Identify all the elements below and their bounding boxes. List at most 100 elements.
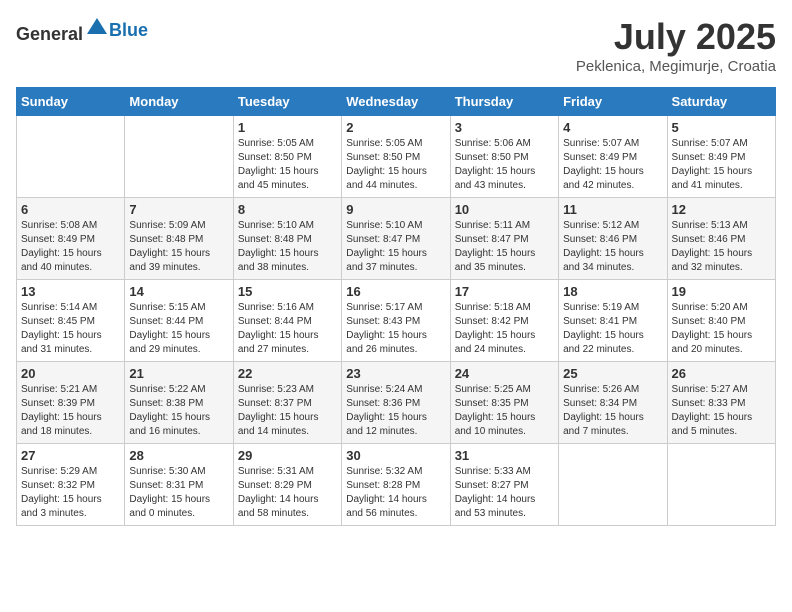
calendar-cell: 17 Sunrise: 5:18 AM Sunset: 8:42 PM Dayli… [450,280,558,362]
cell-text: Sunrise: 5:29 AM Sunset: 8:32 PM Dayligh… [21,465,120,521]
weekday-header: Wednesday [342,88,450,116]
day-number: 13 [21,284,120,299]
day-number: 22 [238,366,337,381]
cell-text: Sunrise: 5:14 AM Sunset: 8:45 PM Dayligh… [21,301,120,357]
logo: General Blue [16,16,148,45]
day-number: 6 [21,202,120,217]
logo-general: General [16,24,83,44]
calendar-cell: 22Sunrise: 5:23 AM Sunset: 8:37 PM Dayli… [233,362,341,444]
cell-text: Sunrise: 5:20 AM Sunset: 8:40 PM Dayligh… [672,301,771,357]
page-header: General Blue July 2025 Peklenica, Megimu… [16,16,776,75]
weekday-header: Thursday [450,88,558,116]
cell-text: Sunrise: 5:07 AM Sunset: 8:49 PM Dayligh… [563,137,662,193]
day-number: 15 [238,284,337,299]
cell-text: Sunrise: 5:16 AM Sunset: 8:44 PM Dayligh… [238,301,337,357]
logo-blue: Blue [109,20,148,40]
day-number: 25 [563,366,662,381]
day-number: 24 [455,366,554,381]
cell-text: Sunrise: 5:11 AM Sunset: 8:47 PM Dayligh… [455,219,554,275]
calendar-cell: 18Sunrise: 5:19 AM Sunset: 8:41 PM Dayli… [559,280,667,362]
month-title: July 2025 [576,16,776,58]
calendar-cell [559,444,667,526]
calendar-cell: 26Sunrise: 5:27 AM Sunset: 8:33 PM Dayli… [667,362,775,444]
day-number: 1 [238,120,337,135]
day-number: 26 [672,366,771,381]
cell-text: Sunrise: 5:10 AM Sunset: 8:48 PM Dayligh… [238,219,337,275]
calendar-cell [17,116,125,198]
day-number: 31 [455,448,554,463]
calendar-cell [667,444,775,526]
cell-text: Sunrise: 5:15 AM Sunset: 8:44 PM Dayligh… [129,301,228,357]
location-title: Peklenica, Megimurje, Croatia [576,58,776,75]
cell-text: Sunrise: 5:21 AM Sunset: 8:39 PM Dayligh… [21,383,120,439]
day-number: 11 [563,202,662,217]
logo-icon [85,16,109,40]
calendar-cell: 3 Sunrise: 5:06 AM Sunset: 8:50 PM Daylig… [450,116,558,198]
weekday-header: Saturday [667,88,775,116]
cell-text: Sunrise: 5:26 AM Sunset: 8:34 PM Dayligh… [563,383,662,439]
calendar-body: 1 Sunrise: 5:05 AM Sunset: 8:50 PM Daylig… [17,116,776,526]
day-number: 21 [129,366,228,381]
day-number: 17 [455,284,554,299]
calendar-cell: 21 Sunrise: 5:22 AM Sunset: 8:38 PM Dayli… [125,362,233,444]
cell-text: Sunrise: 5:05 AM Sunset: 8:50 PM Dayligh… [346,137,445,193]
calendar-cell: 2 Sunrise: 5:05 AM Sunset: 8:50 PM Daylig… [342,116,450,198]
calendar-cell: 25 Sunrise: 5:26 AM Sunset: 8:34 PM Dayli… [559,362,667,444]
day-number: 2 [346,120,445,135]
calendar-cell: 13 Sunrise: 5:14 AM Sunset: 8:45 PM Dayli… [17,280,125,362]
day-number: 29 [238,448,337,463]
calendar-cell: 31 Sunrise: 5:33 AM Sunset: 8:27 PM Dayli… [450,444,558,526]
calendar-cell: 15 Sunrise: 5:16 AM Sunset: 8:44 PM Dayli… [233,280,341,362]
title-block: July 2025 Peklenica, Megimurje, Croatia [576,16,776,75]
calendar-cell: 7 Sunrise: 5:09 AM Sunset: 8:48 PM Daylig… [125,198,233,280]
calendar-week-row: 1 Sunrise: 5:05 AM Sunset: 8:50 PM Daylig… [17,116,776,198]
day-number: 7 [129,202,228,217]
calendar-cell: 1Sunrise: 5:05 AM Sunset: 8:50 PM Daylig… [233,116,341,198]
day-number: 5 [672,120,771,135]
calendar-table: SundayMondayTuesdayWednesdayThursdayFrid… [16,87,776,526]
cell-text: Sunrise: 5:18 AM Sunset: 8:42 PM Dayligh… [455,301,554,357]
cell-text: Sunrise: 5:08 AM Sunset: 8:49 PM Dayligh… [21,219,120,275]
calendar-cell: 4 Sunrise: 5:07 AM Sunset: 8:49 PM Daylig… [559,116,667,198]
cell-text: Sunrise: 5:09 AM Sunset: 8:48 PM Dayligh… [129,219,228,275]
day-number: 8 [238,202,337,217]
weekday-header: Sunday [17,88,125,116]
calendar-cell: 10Sunrise: 5:11 AM Sunset: 8:47 PM Dayli… [450,198,558,280]
calendar-cell: 5Sunrise: 5:07 AM Sunset: 8:49 PM Daylig… [667,116,775,198]
calendar-cell: 6 Sunrise: 5:08 AM Sunset: 8:49 PM Daylig… [17,198,125,280]
calendar-cell: 20Sunrise: 5:21 AM Sunset: 8:39 PM Dayli… [17,362,125,444]
calendar-cell: 11Sunrise: 5:12 AM Sunset: 8:46 PM Dayli… [559,198,667,280]
day-number: 16 [346,284,445,299]
day-number: 4 [563,120,662,135]
cell-text: Sunrise: 5:10 AM Sunset: 8:47 PM Dayligh… [346,219,445,275]
calendar-cell: 12Sunrise: 5:13 AM Sunset: 8:46 PM Dayli… [667,198,775,280]
cell-text: Sunrise: 5:22 AM Sunset: 8:38 PM Dayligh… [129,383,228,439]
calendar-week-row: 20Sunrise: 5:21 AM Sunset: 8:39 PM Dayli… [17,362,776,444]
cell-text: Sunrise: 5:24 AM Sunset: 8:36 PM Dayligh… [346,383,445,439]
day-number: 30 [346,448,445,463]
calendar-cell: 28Sunrise: 5:30 AM Sunset: 8:31 PM Dayli… [125,444,233,526]
cell-text: Sunrise: 5:31 AM Sunset: 8:29 PM Dayligh… [238,465,337,521]
cell-text: Sunrise: 5:17 AM Sunset: 8:43 PM Dayligh… [346,301,445,357]
calendar-cell: 14Sunrise: 5:15 AM Sunset: 8:44 PM Dayli… [125,280,233,362]
calendar-week-row: 27Sunrise: 5:29 AM Sunset: 8:32 PM Dayli… [17,444,776,526]
calendar-header-row: SundayMondayTuesdayWednesdayThursdayFrid… [17,88,776,116]
calendar-cell: 24 Sunrise: 5:25 AM Sunset: 8:35 PM Dayli… [450,362,558,444]
cell-text: Sunrise: 5:13 AM Sunset: 8:46 PM Dayligh… [672,219,771,275]
calendar-cell: 9 Sunrise: 5:10 AM Sunset: 8:47 PM Daylig… [342,198,450,280]
day-number: 28 [129,448,228,463]
day-number: 9 [346,202,445,217]
weekday-header: Tuesday [233,88,341,116]
calendar-cell: 8 Sunrise: 5:10 AM Sunset: 8:48 PM Daylig… [233,198,341,280]
calendar-cell: 19 Sunrise: 5:20 AM Sunset: 8:40 PM Dayli… [667,280,775,362]
cell-text: Sunrise: 5:19 AM Sunset: 8:41 PM Dayligh… [563,301,662,357]
day-number: 3 [455,120,554,135]
cell-text: Sunrise: 5:25 AM Sunset: 8:35 PM Dayligh… [455,383,554,439]
cell-text: Sunrise: 5:06 AM Sunset: 8:50 PM Dayligh… [455,137,554,193]
calendar-cell: 27Sunrise: 5:29 AM Sunset: 8:32 PM Dayli… [17,444,125,526]
day-number: 19 [672,284,771,299]
calendar-week-row: 6 Sunrise: 5:08 AM Sunset: 8:49 PM Daylig… [17,198,776,280]
cell-text: Sunrise: 5:33 AM Sunset: 8:27 PM Dayligh… [455,465,554,521]
day-number: 23 [346,366,445,381]
calendar-cell: 16 Sunrise: 5:17 AM Sunset: 8:43 PM Dayli… [342,280,450,362]
